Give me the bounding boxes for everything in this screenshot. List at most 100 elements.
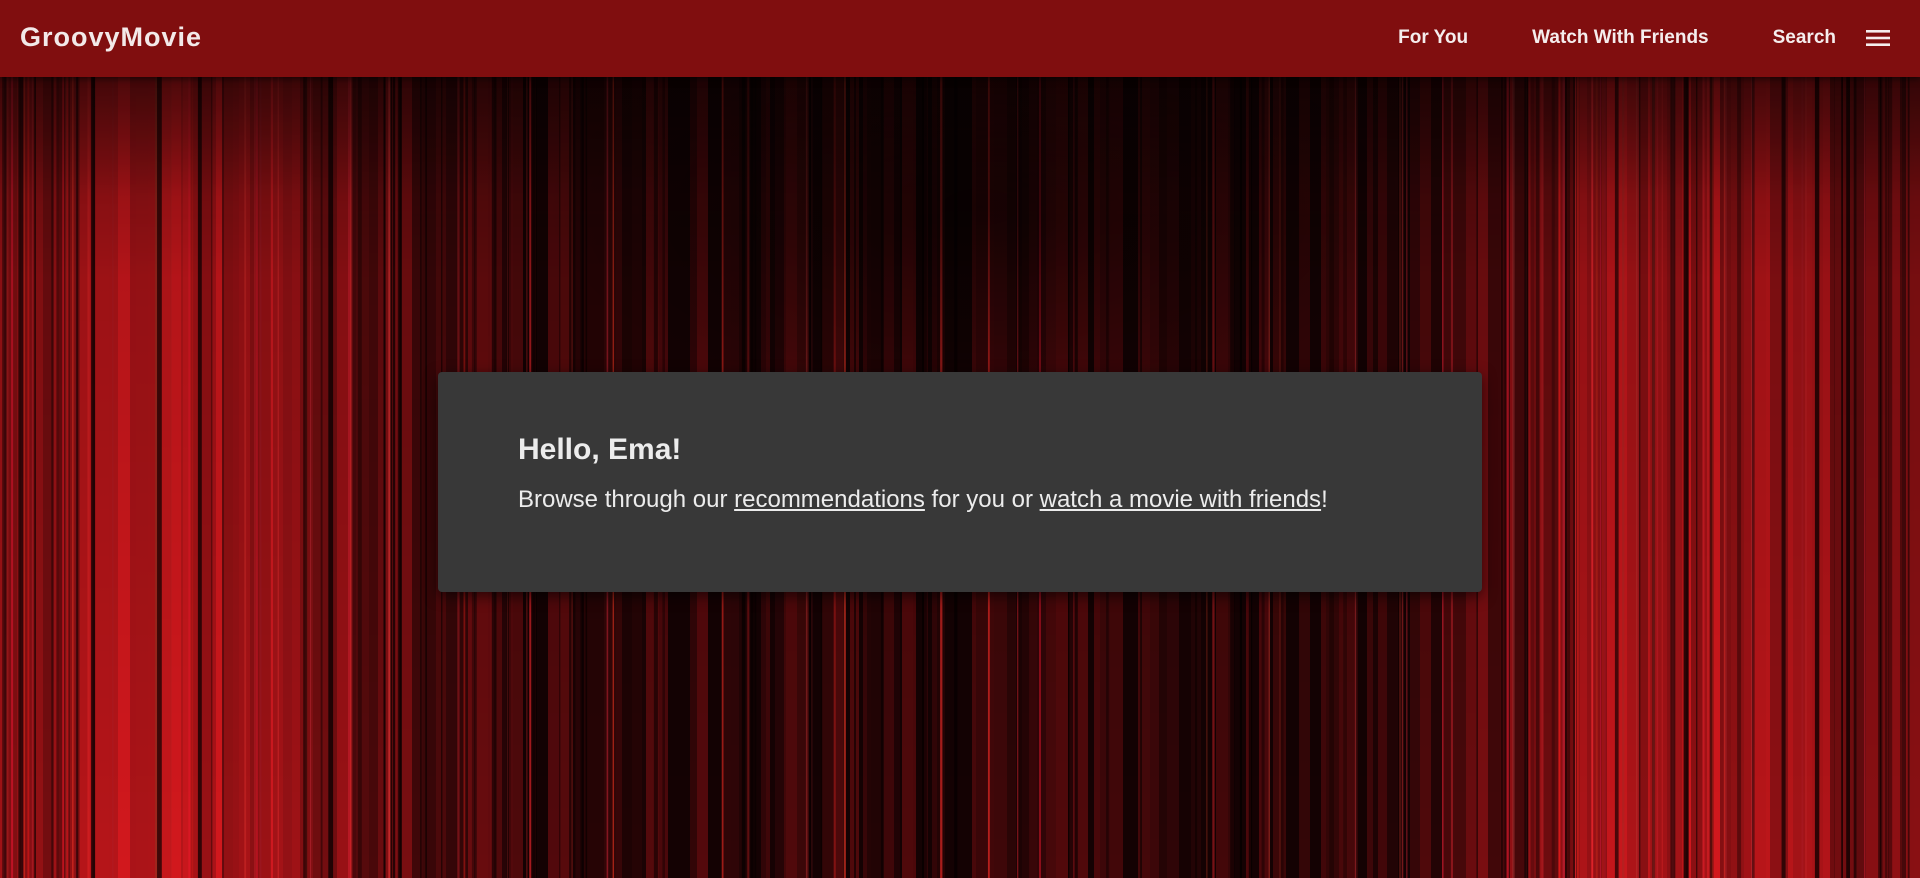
curtain-fold <box>34 77 36 878</box>
curtain-stripe <box>337 77 349 878</box>
curtain-fold <box>390 77 392 878</box>
curtain-fold <box>1670 77 1676 878</box>
curtain-fold <box>91 77 95 878</box>
curtain-fold <box>1853 77 1857 878</box>
nav-watch-with-friends[interactable]: Watch With Friends <box>1500 0 1740 75</box>
curtain-stripe <box>136 77 149 878</box>
curtain-fold <box>1530 77 1535 878</box>
curtain-stripe <box>1866 77 1879 878</box>
curtain-highlight <box>31 77 33 878</box>
welcome-text-after: ! <box>1321 486 1328 513</box>
curtain-highlight <box>350 77 352 878</box>
curtain-highlight <box>1725 77 1727 878</box>
curtain-highlight <box>1636 77 1637 878</box>
curtain-stripe <box>130 77 137 878</box>
curtain-fold <box>1651 77 1655 878</box>
curtain-fold <box>1614 77 1619 878</box>
curtain-stripe <box>353 77 357 878</box>
curtain-highlight <box>254 77 256 878</box>
curtain-highlight <box>62 77 64 878</box>
curtain-highlight <box>1656 77 1658 878</box>
curtain-fold <box>397 77 402 878</box>
curtain-stripe <box>171 77 182 878</box>
curtain-stripe <box>1788 77 1794 878</box>
curtain-highlight <box>112 77 114 878</box>
curtain-highlight <box>1707 77 1709 878</box>
curtain-stripe <box>1659 77 1668 878</box>
curtain-fold <box>51 77 54 878</box>
curtain-fold <box>420 77 422 878</box>
curtain-highlight <box>1506 77 1509 878</box>
welcome-message: Browse through our recommendations for y… <box>518 485 1402 515</box>
curtain-highlight <box>1864 77 1866 878</box>
curtain-highlight <box>170 77 172 878</box>
curtain-stripe <box>1914 77 1920 878</box>
curtain-fold <box>383 77 386 878</box>
curtain-fold <box>1814 77 1820 878</box>
curtain-highlight <box>1637 77 1639 878</box>
curtain-stripe <box>183 77 192 878</box>
watch-with-friends-link[interactable]: watch a movie with friends <box>1040 486 1321 513</box>
curtain-fold <box>3 77 7 878</box>
curtain-highlight <box>155 77 158 878</box>
curtain-stripe <box>1755 77 1767 878</box>
nav-links: For You Watch With Friends Search <box>1366 0 1920 75</box>
curtain-fold <box>1841 77 1843 878</box>
curtain-stripe <box>1902 77 1907 878</box>
curtain-highlight <box>6 77 9 878</box>
nav-for-you[interactable]: For You <box>1366 0 1500 75</box>
curtain-stripe <box>292 77 301 878</box>
nav-search[interactable]: Search <box>1741 0 1866 75</box>
curtain-fold <box>210 77 213 878</box>
curtain-highlight <box>1591 77 1594 878</box>
curtain-fold <box>1565 77 1568 878</box>
curtain-highlight <box>260 77 262 878</box>
curtain-fold <box>1501 77 1503 878</box>
curtain-highlight <box>348 77 351 878</box>
curtain-highlight <box>72 77 74 878</box>
curtain-highlight <box>277 77 279 878</box>
curtain-highlight <box>1601 77 1605 878</box>
recommendations-link[interactable]: recommendations <box>734 486 925 513</box>
curtain-highlight <box>1801 77 1804 878</box>
curtain-fold <box>1907 77 1910 878</box>
curtain-stripe <box>1714 77 1721 878</box>
curtain-fold <box>1737 77 1742 878</box>
welcome-text-before: Browse through our <box>518 486 735 513</box>
curtain-highlight <box>27 77 30 878</box>
curtain-highlight <box>388 77 391 878</box>
curtain-fold <box>328 77 334 878</box>
curtain-stripe <box>225 77 234 878</box>
curtain-fold <box>1878 77 1883 878</box>
curtain-fold <box>18 77 24 878</box>
curtain-fold <box>222 77 224 878</box>
curtain-highlight <box>1703 77 1705 878</box>
curtain-stripe <box>1906 77 1915 878</box>
curtain-highlight <box>1604 77 1606 878</box>
curtain-stripe <box>369 77 379 878</box>
curtain-fold <box>56 77 60 878</box>
curtain-fold <box>425 77 427 878</box>
hamburger-menu-icon[interactable] <box>1866 0 1920 75</box>
curtain-highlight <box>188 77 190 878</box>
curtain-fold <box>1683 77 1689 878</box>
curtain-fold <box>1524 77 1529 878</box>
curtain-stripe <box>1580 77 1588 878</box>
curtain-highlight <box>270 77 273 878</box>
curtain-highlight <box>1805 77 1807 878</box>
curtain-fold <box>320 77 323 878</box>
curtain-stripe <box>1770 77 1782 878</box>
curtain-highlight <box>1595 77 1598 878</box>
curtain-fold <box>1504 77 1507 878</box>
curtain-fold <box>1781 77 1786 878</box>
curtain-highlight <box>66 77 67 878</box>
welcome-greeting: Hello, Ema! <box>518 433 682 466</box>
top-navbar: GroovyMovie For You Watch With Friends S… <box>0 0 1920 77</box>
curtain-fold <box>1885 77 1888 878</box>
brand-logo[interactable]: GroovyMovie <box>20 0 202 75</box>
curtain-highlight <box>1541 77 1544 878</box>
curtain-stripe <box>1793 77 1806 878</box>
curtain-fold <box>303 77 308 878</box>
curtain-stripe <box>96 77 110 878</box>
curtain-highlight <box>1661 77 1663 878</box>
